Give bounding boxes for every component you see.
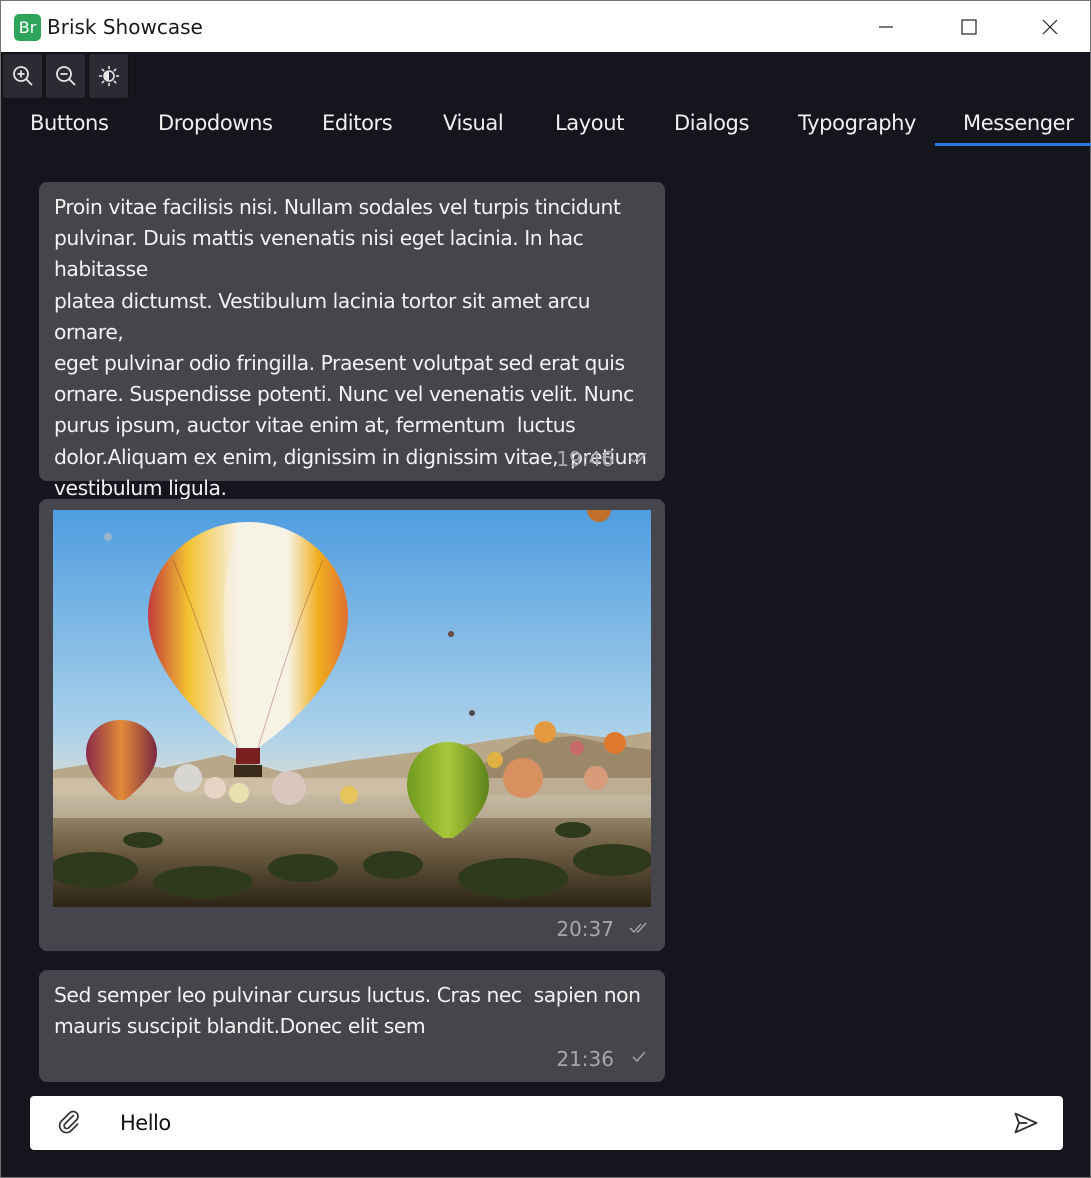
theme-toggle-button[interactable]: [88, 53, 129, 99]
paperclip-icon[interactable]: [56, 1109, 82, 1135]
balloon-photo[interactable]: [53, 510, 651, 907]
zoom-in-icon: [12, 66, 33, 86]
maximize-button[interactable]: [934, 1, 1004, 52]
app-icon: Br: [14, 14, 41, 41]
zoom-out-button[interactable]: [45, 53, 86, 99]
balloon-image: [53, 510, 651, 907]
window-title: Brisk Showcase: [47, 15, 203, 39]
zoom-out-icon: [55, 66, 76, 86]
message-text: Sed semper leo pulvinar cursus luctus. C…: [54, 983, 641, 1039]
minimize-icon: [879, 25, 893, 28]
zoom-in-button[interactable]: [2, 53, 43, 99]
tab-editors[interactable]: Editors: [322, 101, 393, 146]
tab-messenger[interactable]: Messenger: [934, 101, 1091, 146]
minimize-button[interactable]: [851, 1, 921, 52]
check-icon: [632, 1051, 646, 1063]
tab-bar: Buttons Dropdowns Editors Visual Layout …: [1, 101, 1091, 146]
maximize-icon: [961, 18, 977, 35]
message-time: 20:37: [556, 917, 614, 941]
double-check-icon: [629, 452, 647, 464]
close-icon: [1042, 19, 1058, 34]
brightness-icon: [98, 65, 119, 87]
message-bubble-image: 20:37: [39, 499, 665, 951]
app-window: Br Brisk Showcase Buttons Dropdowns Edit…: [0, 0, 1091, 1178]
send-icon[interactable]: [1012, 1109, 1040, 1137]
message-time: 21:36: [556, 1047, 614, 1071]
toolbar: [1, 53, 129, 99]
tab-dialogs[interactable]: Dialogs: [674, 101, 749, 146]
message-bubble: Proin vitae facilisis nisi. Nullam sodal…: [39, 182, 665, 500]
tab-dropdowns[interactable]: Dropdowns: [158, 101, 273, 146]
title-bar: Br Brisk Showcase: [1, 1, 1090, 52]
message-composer: [30, 1096, 1063, 1150]
tab-visual[interactable]: Visual: [443, 101, 504, 146]
tab-layout[interactable]: Layout: [555, 101, 624, 146]
message-input[interactable]: [120, 1104, 970, 1142]
message-time: 19:46: [556, 447, 614, 471]
tab-buttons[interactable]: Buttons: [30, 101, 109, 146]
close-button[interactable]: [1015, 1, 1085, 52]
message-bubble: Sed semper leo pulvinar cursus luctus. C…: [39, 970, 665, 1082]
double-check-icon: [629, 922, 647, 934]
tab-typography[interactable]: Typography: [798, 101, 916, 146]
